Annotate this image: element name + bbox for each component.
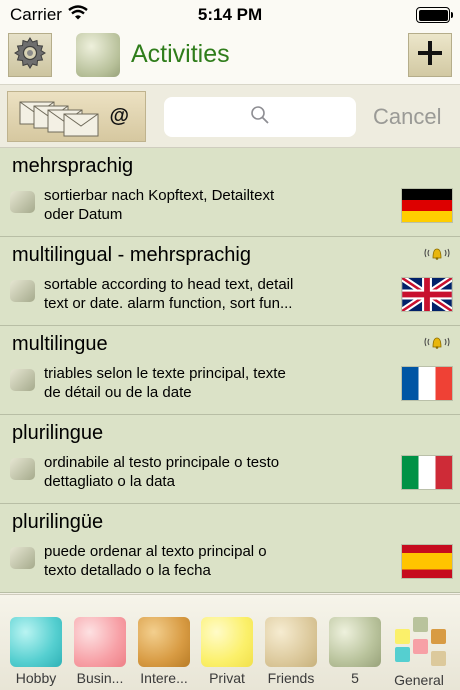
list-item[interactable]: plurilingue ordinabile al testo principa… xyxy=(0,415,460,504)
item-title: multilingual - mehrsprachig xyxy=(12,244,251,266)
flag-fr-icon xyxy=(402,367,452,400)
category-dot-icon xyxy=(10,458,35,480)
settings-button[interactable] xyxy=(8,33,52,77)
search-row: @ Cancel xyxy=(0,84,460,148)
search-input[interactable] xyxy=(164,97,356,137)
flag-gb-icon xyxy=(400,275,454,314)
add-button[interactable] xyxy=(408,33,452,77)
category-label: Privat xyxy=(209,670,245,686)
status-bar: Carrier 5:14 PM xyxy=(0,0,460,30)
category-bar: Hobby Busin... Intere... Privat Friends … xyxy=(0,594,460,690)
friends-swatch-icon xyxy=(265,617,317,667)
category-5-swatch-icon xyxy=(329,617,381,667)
search-icon xyxy=(250,105,270,130)
category-label: General xyxy=(394,672,444,688)
category-business[interactable]: Busin... xyxy=(74,617,126,686)
category-interests[interactable]: Intere... xyxy=(138,617,190,686)
item-detail-line: de détail ou de la date xyxy=(44,384,192,401)
page-title: Activities xyxy=(131,40,230,68)
category-dot-icon xyxy=(10,547,35,569)
item-title: plurilingüe xyxy=(12,511,104,533)
item-title: mehrsprachig xyxy=(12,155,134,177)
category-swatch-icon[interactable] xyxy=(76,33,120,77)
nav-bar: Activities xyxy=(0,30,460,84)
envelopes-icon xyxy=(18,100,110,143)
activity-list: mehrsprachig sortierbar nach Kopftext, D… xyxy=(0,148,460,593)
category-5[interactable]: 5 xyxy=(329,617,381,686)
hobby-swatch-icon xyxy=(10,617,62,667)
alarm-bell-icon xyxy=(424,246,450,265)
item-detail-line: puede ordenar al texto principal o xyxy=(44,543,267,560)
category-dot-icon xyxy=(10,369,35,391)
item-detail-line: sortable according to head text, detail xyxy=(44,276,294,293)
business-swatch-icon xyxy=(74,617,126,667)
item-detail-line: triables selon le texte principal, texte xyxy=(44,365,286,382)
item-detail: sortierbar nach Kopftext, Detailtext ode… xyxy=(44,186,344,224)
item-title: multilingue xyxy=(12,333,108,355)
list-item[interactable]: plurilingüe puede ordenar al texto princ… xyxy=(0,504,460,593)
category-label: Hobby xyxy=(15,670,57,686)
plus-icon xyxy=(417,40,443,71)
flag-es-icon xyxy=(402,545,452,578)
category-privat[interactable]: Privat xyxy=(201,617,253,686)
cancel-button[interactable]: Cancel xyxy=(373,104,441,130)
item-detail: puede ordenar al texto principal o texto… xyxy=(44,542,344,580)
item-detail-line: dettagliato o la data xyxy=(44,473,175,490)
category-general[interactable]: General xyxy=(393,617,449,688)
item-detail: ordinabile al testo principale o testo d… xyxy=(44,453,344,491)
general-grid-icon xyxy=(393,617,449,669)
flag-de-icon xyxy=(402,189,452,222)
category-dot-icon xyxy=(10,191,35,213)
carrier-label: Carrier xyxy=(10,5,62,24)
item-detail: triables selon le texte principal, texte… xyxy=(44,364,344,402)
email-button[interactable]: @ xyxy=(7,91,146,142)
privat-swatch-icon xyxy=(201,617,253,667)
category-label: Intere... xyxy=(140,670,188,686)
item-detail-line: ordinabile al testo principale o testo xyxy=(44,454,280,471)
item-detail-line: texto detallado o la fecha xyxy=(44,562,211,579)
item-detail-line: sortierbar nach Kopftext, Detailtext xyxy=(44,187,275,204)
category-label: Friends xyxy=(267,670,315,686)
list-item[interactable]: multilingue triables selon le texte prin… xyxy=(0,326,460,415)
item-detail: sortable according to head text, detail … xyxy=(44,275,344,313)
wifi-icon xyxy=(68,5,88,25)
list-item[interactable]: multilingual - mehrsprachig sortable acc… xyxy=(0,237,460,326)
flag-it-icon xyxy=(402,456,452,489)
item-title: plurilingue xyxy=(12,422,104,444)
status-left: Carrier xyxy=(10,5,160,25)
item-detail-line: text or date. alarm function, sort fun..… xyxy=(44,295,293,312)
category-hobby[interactable]: Hobby xyxy=(10,617,62,686)
status-right xyxy=(300,7,453,23)
status-time: 5:14 PM xyxy=(197,5,263,24)
item-detail-line: oder Datum xyxy=(44,206,123,223)
category-label: 5 xyxy=(351,670,359,686)
alarm-bell-icon xyxy=(424,335,450,354)
gear-icon xyxy=(13,36,47,75)
category-friends[interactable]: Friends xyxy=(265,617,317,686)
at-sign: @ xyxy=(109,105,129,127)
category-dot-icon xyxy=(10,280,35,302)
interests-swatch-icon xyxy=(138,617,190,667)
category-label: Busin... xyxy=(76,670,124,686)
list-item[interactable]: mehrsprachig sortierbar nach Kopftext, D… xyxy=(0,148,460,237)
battery-icon xyxy=(416,7,453,23)
